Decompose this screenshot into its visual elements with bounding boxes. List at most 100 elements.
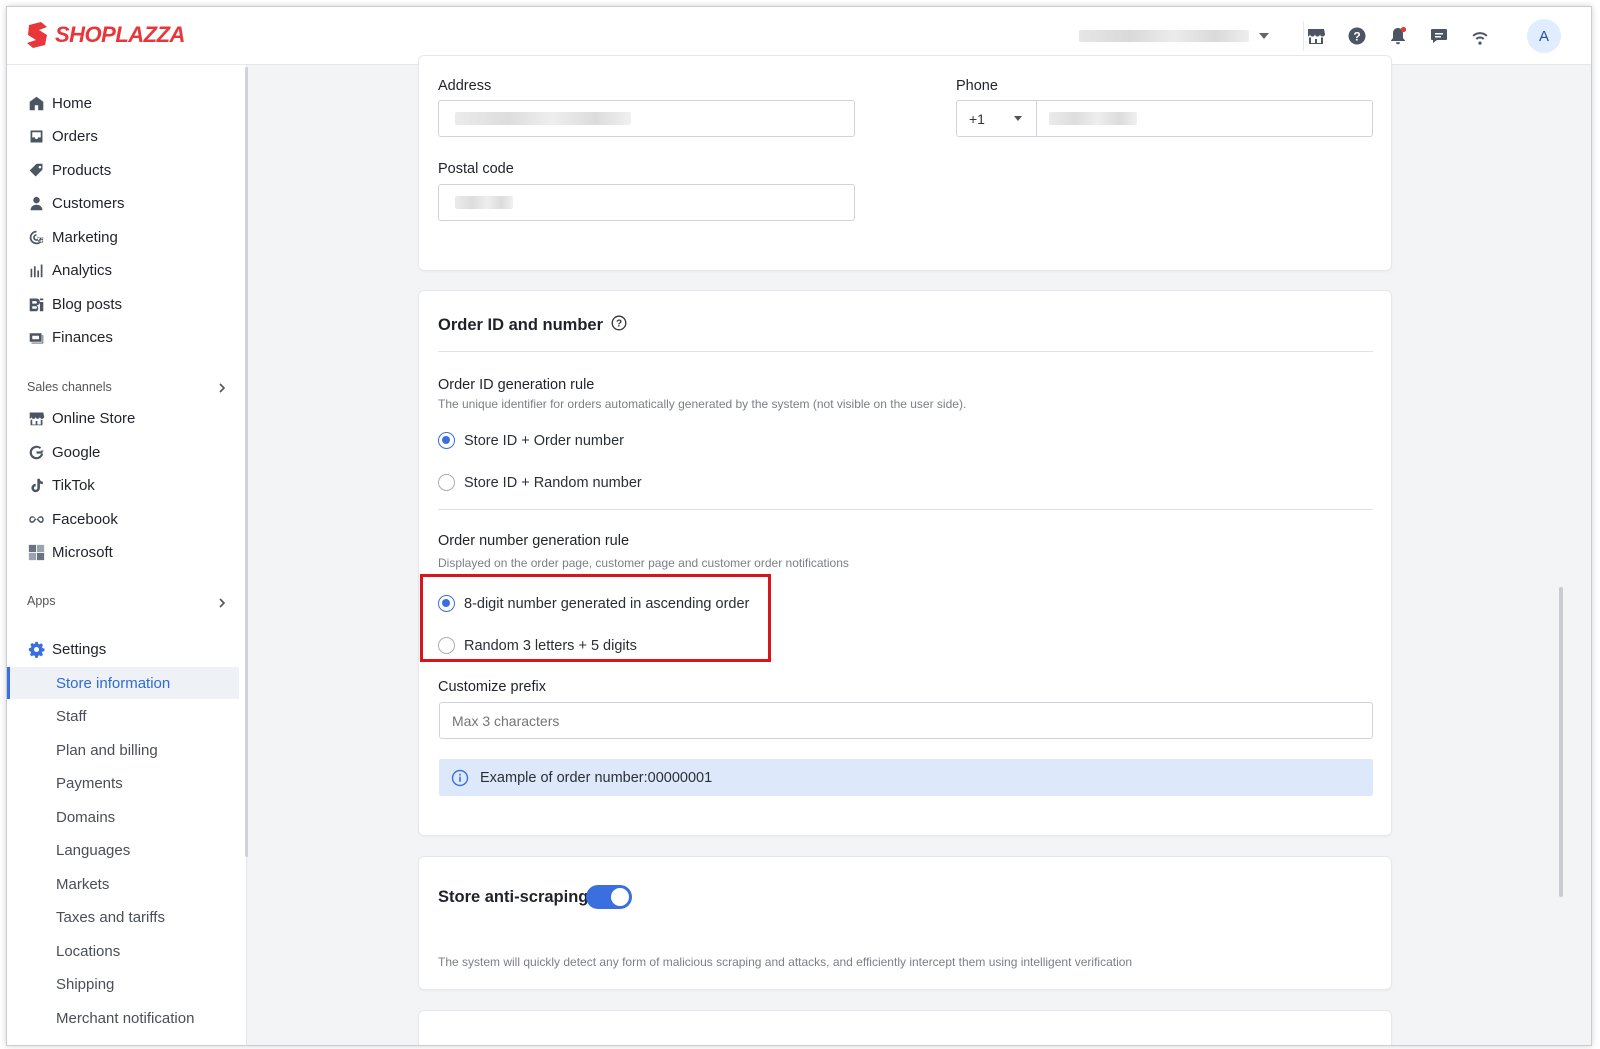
anti-scraping-description: The system will quickly detect any form … <box>438 955 1133 969</box>
apps-heading: Apps <box>27 594 56 608</box>
sidebar-item-label: Home <box>52 94 93 112</box>
sidebar-item-label: Settings <box>52 640 107 658</box>
chevron-down-icon <box>1014 116 1022 121</box>
person-icon <box>27 194 45 212</box>
sidebar-subitem-label: Store information <box>56 674 171 692</box>
chevron-right-icon[interactable] <box>217 595 227 608</box>
sidebar-subitem-label: Staff <box>56 707 87 725</box>
country-code-select[interactable]: +1 <box>957 101 1037 136</box>
sidebar-item-label: Products <box>52 161 112 179</box>
sidebar-subitem-merchant-notification[interactable]: Merchant notification <box>7 1002 239 1034</box>
next-card <box>418 1010 1392 1045</box>
postal-code-input[interactable] <box>438 184 855 221</box>
country-code-value: +1 <box>969 110 985 127</box>
postal-code-label: Postal code <box>438 161 514 177</box>
sidebar-item-customers[interactable]: Customers <box>7 188 239 218</box>
orders-icon <box>27 127 45 145</box>
brand-logo[interactable]: SHOPLAZZA <box>25 21 185 49</box>
help-icon[interactable]: ? <box>1344 23 1370 49</box>
sidebar-item-label: Analytics <box>52 261 113 279</box>
svg-text:?: ? <box>616 319 622 330</box>
phone-number-redacted[interactable] <box>1049 112 1137 125</box>
sidebar-subitem-payments[interactable]: Payments <box>7 767 239 799</box>
chevron-down-icon <box>1259 33 1269 39</box>
sidebar-subitem-locations[interactable]: Locations <box>7 935 239 967</box>
tiktok-icon <box>27 476 45 494</box>
sidebar-subitem-label: Locations <box>56 942 121 960</box>
sidebar-subitem-store-information[interactable]: Store information <box>7 667 239 699</box>
address-input[interactable] <box>438 100 855 137</box>
sidebar-item-settings[interactable]: Settings <box>7 634 239 664</box>
store-selector[interactable] <box>1079 29 1271 43</box>
sidebar-item-finances[interactable]: Finances <box>7 322 239 352</box>
store-icon[interactable] <box>1303 23 1329 49</box>
sidebar-item-analytics[interactable]: Analytics <box>7 255 239 285</box>
sidebar-item-label: Google <box>52 443 101 461</box>
address-label: Address <box>438 78 492 94</box>
id-option-store-random[interactable]: Store ID + Random number <box>438 474 642 491</box>
number-rule-description: Displayed on the order page, customer pa… <box>438 556 849 570</box>
sidebar-subitem-taxes-and-tariffs[interactable]: Taxes and tariffs <box>7 901 239 933</box>
chevron-right-icon[interactable] <box>217 380 227 393</box>
phone-label: Phone <box>956 78 998 94</box>
microsoft-icon <box>27 543 45 561</box>
sidebar-subitem-plan-and-billing[interactable]: Plan and billing <box>7 734 239 766</box>
prefix-label: Customize prefix <box>438 679 546 695</box>
bell-icon[interactable] <box>1385 23 1411 49</box>
anti-scraping-toggle[interactable] <box>586 885 632 909</box>
store-name-redacted <box>1079 30 1249 42</box>
gear-icon <box>27 640 45 658</box>
order-id-title-text: Order ID and number <box>438 316 604 334</box>
sidebar-item-online-store[interactable]: Online Store <box>7 403 239 433</box>
sidebar-item-label: Facebook <box>52 510 118 528</box>
id-rule-title: Order ID generation rule <box>438 377 595 393</box>
order-id-title: Order ID and number ? <box>438 315 627 336</box>
sidebar-item-google[interactable]: Google <box>7 437 239 467</box>
order-id-card: Order ID and number ? Order ID generatio… <box>418 290 1392 836</box>
sidebar-subitem-label: Merchant notification <box>56 1009 195 1027</box>
id-rule-description: The unique identifier for orders automat… <box>438 397 967 411</box>
sales-channels-heading: Sales channels <box>27 380 112 394</box>
marketing-icon <box>27 228 45 246</box>
google-icon <box>27 443 45 461</box>
address-value-redacted <box>455 112 631 125</box>
sidebar-item-home[interactable]: Home <box>7 88 239 118</box>
main-scrollbar[interactable] <box>1559 587 1563 897</box>
rule-divider <box>438 509 1373 510</box>
sidebar-subitem-domains[interactable]: Domains <box>7 801 239 833</box>
main-content: Address Phone +1 Postal code Order ID an… <box>248 55 1566 1045</box>
sidebar-item-marketing[interactable]: Marketing <box>7 222 239 252</box>
highlight-annotation <box>420 574 771 662</box>
sidebar-item-label: Online Store <box>52 409 136 427</box>
sidebar-item-tiktok[interactable]: TikTok <box>7 470 239 500</box>
sidebar-subitem-shipping[interactable]: Shipping <box>7 968 239 1000</box>
wifi-icon[interactable] <box>1467 23 1493 49</box>
sidebar-item-blog-posts[interactable]: Blog posts <box>7 289 239 319</box>
store-icon <box>27 409 45 427</box>
anti-scraping-title: Store anti-scraping <box>438 888 589 906</box>
sidebar-item-orders[interactable]: Orders <box>7 121 239 151</box>
sidebar-subitem-label: Payments <box>56 774 123 792</box>
sidebar-subitem-label: Domains <box>56 808 116 826</box>
phone-field: +1 <box>956 100 1373 137</box>
radio-unchecked[interactable] <box>438 474 455 491</box>
info-icon <box>451 769 469 786</box>
sidebar-item-products[interactable]: Products <box>7 155 239 185</box>
id-option-store-order[interactable]: Store ID + Order number <box>438 432 624 449</box>
sidebar-item-label: TikTok <box>52 476 95 494</box>
question-circle-icon[interactable]: ? <box>611 315 627 336</box>
sidebar-subitem-staff[interactable]: Staff <box>7 700 239 732</box>
radio-checked[interactable] <box>438 432 455 449</box>
order-number-example-text: Example of order number:00000001 <box>480 769 713 786</box>
postal-code-redacted <box>455 196 513 209</box>
radio-label: Store ID + Order number <box>464 432 624 449</box>
card-divider <box>438 351 1373 352</box>
sidebar-subitem-languages[interactable]: Languages <box>7 834 239 866</box>
sidebar-item-microsoft[interactable]: Microsoft <box>7 537 239 567</box>
sidebar-item-facebook[interactable]: Facebook <box>7 504 239 534</box>
sidebar-subitem-markets[interactable]: Markets <box>7 868 239 900</box>
avatar[interactable]: A <box>1527 19 1561 53</box>
prefix-input[interactable] <box>439 702 1373 739</box>
message-icon[interactable] <box>1426 23 1452 49</box>
sidebar-subitem-label: Shipping <box>56 975 115 993</box>
